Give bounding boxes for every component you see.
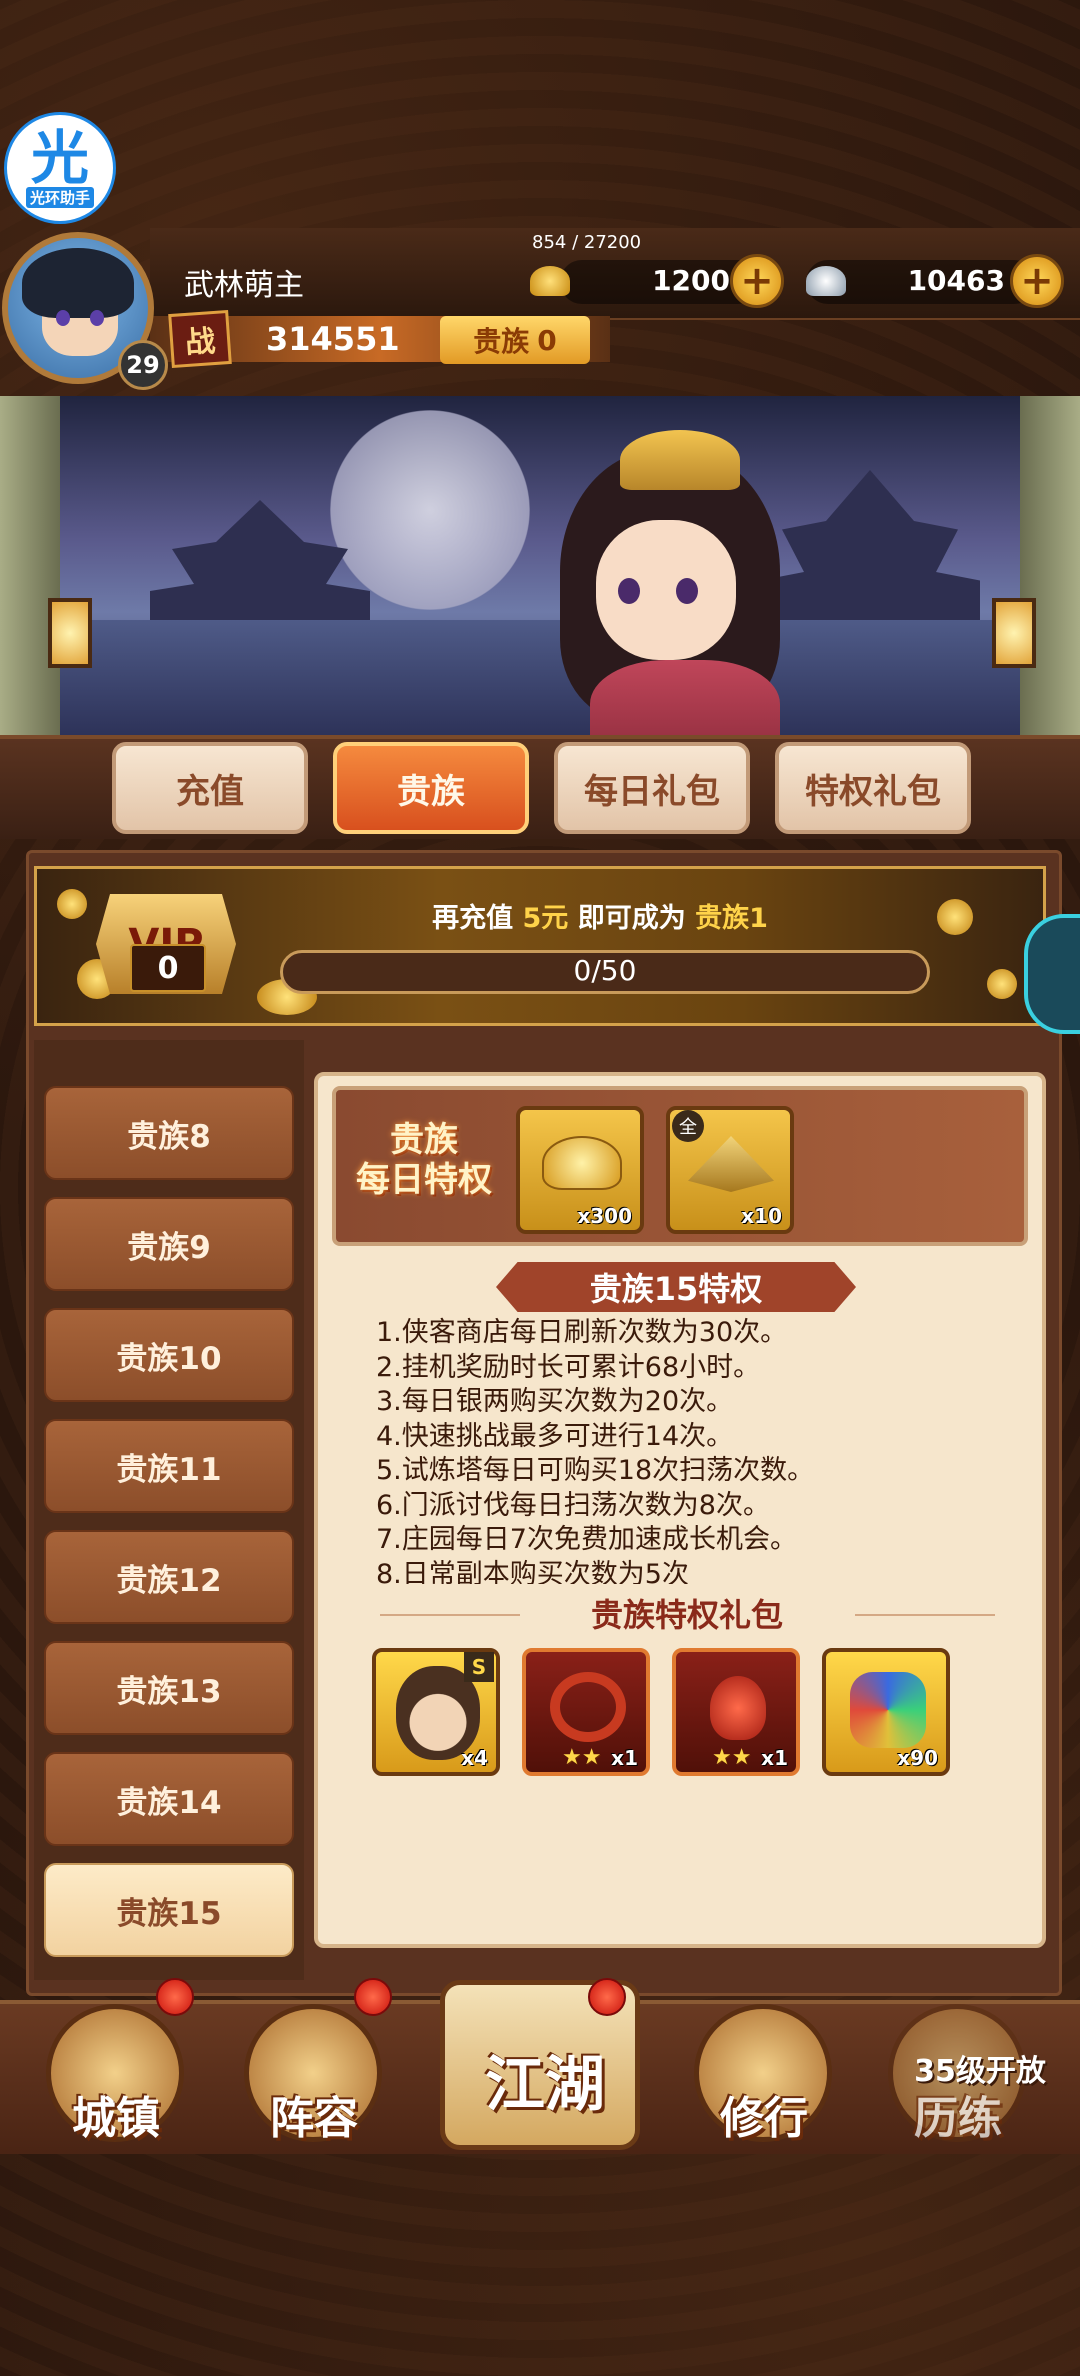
notification-dot: [354, 1978, 392, 2016]
sidebar-item-noble-9[interactable]: 贵族9: [44, 1197, 294, 1291]
vip-upgrade-message: 再充值 5元 即可成为 贵族1: [300, 896, 900, 935]
privilege-line: 3.每日银两购买次数为20次。: [376, 1386, 734, 1417]
player-level-badge: 29: [118, 340, 168, 390]
coin-decoration: [987, 969, 1017, 999]
nav-trial-lock-text: 35级开放: [914, 2054, 1046, 2089]
privilege-list: 1.侠客商店每日刷新次数为30次。 2.挂机奖励时长可累计68小时。 3.每日银…: [376, 1316, 996, 1584]
lantern-icon: [992, 598, 1036, 668]
helper-glyph: 光: [30, 123, 89, 192]
privilege-line: 2.挂机奖励时长可累计68小时。: [376, 1351, 761, 1383]
daily-privilege-title: 贵族 每日特权: [344, 1120, 504, 1200]
noble-level-tag[interactable]: 贵族 0: [440, 316, 590, 364]
gem-cluster-icon: [850, 1672, 926, 1748]
exp-text: 854 / 27200: [532, 232, 642, 253]
noble-lady-crown: [620, 430, 740, 490]
bamboo-hat-icon: [688, 1136, 774, 1192]
side-menu-handle[interactable]: [1024, 914, 1080, 1034]
daily-title-line2: 每日特权: [356, 1160, 492, 1200]
avatar-hair: [22, 248, 134, 318]
item-badge: S: [464, 1652, 494, 1682]
nav-jianghu-label: 江湖: [485, 2050, 605, 2120]
red-ring-icon: [550, 1672, 626, 1742]
privilege-line: 6.门派讨伐每日扫荡次数为8次。: [376, 1489, 770, 1521]
avatar-eye: [56, 310, 70, 326]
privilege-line: 7.庄园每日7次免费加速成长机会。: [376, 1524, 797, 1555]
sidebar-item-noble-10[interactable]: 贵族10: [44, 1308, 294, 1402]
tab-noble[interactable]: 贵族: [333, 742, 529, 834]
noble-lady-eye: [618, 578, 640, 604]
vip-progress-text: 0/50: [573, 954, 637, 987]
curtain-right: [1020, 396, 1080, 736]
tab-recharge[interactable]: 充值: [112, 742, 308, 834]
sidebar-item-noble-13[interactable]: 贵族13: [44, 1641, 294, 1735]
vip-msg-target: 贵族1: [695, 903, 768, 934]
coin-decoration: [57, 889, 87, 919]
sidebar-item-noble-12[interactable]: 贵族12: [44, 1530, 294, 1624]
vip-level: 0: [130, 944, 206, 992]
red-ornament-icon: [710, 1676, 766, 1740]
gold-ingot-icon: [542, 1136, 622, 1190]
add-gold-button[interactable]: +: [730, 254, 784, 308]
add-silver-button[interactable]: +: [1010, 254, 1064, 308]
moon-decoration: [330, 410, 530, 610]
notification-dot: [156, 1978, 194, 2016]
notification-dot: [588, 1978, 626, 2016]
daily-item-hat[interactable]: 全 x10: [666, 1106, 794, 1234]
privilege-line: 4.快速挑战最多可进行14次。: [376, 1420, 734, 1452]
sidebar-item-noble-8[interactable]: 贵族8: [44, 1086, 294, 1180]
nav-cultivate-label: 修行: [720, 2093, 808, 2144]
lake-water: [0, 620, 1080, 740]
noble-tag-level: 0: [537, 323, 557, 357]
daily-title-line1: 贵族: [390, 1120, 458, 1160]
privilege-line: 5.试炼塔每日可购买18次扫荡次数。: [376, 1455, 815, 1486]
tab-daily-gift[interactable]: 每日礼包: [554, 742, 750, 834]
vip-msg-prefix: 再充值: [432, 903, 514, 934]
curtain-left: [0, 396, 60, 736]
privilege-line: 8.日常副本购买次数为5次: [376, 1558, 689, 1585]
combat-power-value: 314551: [266, 320, 400, 358]
nav-town-label: 城镇: [72, 2093, 160, 2144]
sidebar-item-noble-14[interactable]: 贵族14: [44, 1752, 294, 1846]
player-name: 武林萌主: [184, 268, 304, 303]
gold-ingot-icon: [530, 266, 570, 296]
noble-lady-face: [596, 520, 736, 660]
item-quantity: x1: [611, 1746, 638, 1770]
helper-floating-button[interactable]: 光 光环助手: [4, 112, 116, 224]
item-quantity: x1: [761, 1746, 788, 1770]
coin-decoration: [937, 899, 973, 935]
privilege-section-title: 贵族15特权: [496, 1262, 856, 1312]
gold-value: 1200: [652, 264, 730, 297]
silver-ingot-icon: [806, 266, 846, 296]
item-quantity: x10: [741, 1204, 782, 1228]
lantern-icon: [48, 598, 92, 668]
item-quantity: x90: [897, 1746, 938, 1770]
sidebar-item-noble-11[interactable]: 贵族11: [44, 1419, 294, 1513]
gift-item-gems[interactable]: x90: [822, 1648, 950, 1776]
avatar-eye: [90, 310, 104, 326]
silver-value: 10463: [907, 264, 1005, 297]
gift-item-ornament[interactable]: ★★ x1: [672, 1648, 800, 1776]
sidebar-item-noble-15[interactable]: 贵族15: [44, 1863, 294, 1957]
noble-tag-label: 贵族: [473, 325, 530, 358]
combat-power-icon: 战: [168, 309, 232, 369]
gift-item-ring[interactable]: ★★ x1: [522, 1648, 650, 1776]
privilege-line: 1.侠客商店每日刷新次数为30次。: [376, 1317, 788, 1348]
gift-item-hero[interactable]: S x4: [372, 1648, 500, 1776]
item-stars: ★★: [712, 1745, 752, 1770]
item-quantity: x300: [577, 1204, 632, 1228]
gift-section-title: 贵族特权礼包: [590, 1596, 783, 1634]
tab-privilege-gift[interactable]: 特权礼包: [775, 742, 971, 834]
helper-label: 光环助手: [25, 186, 94, 208]
vip-msg-amount: 5元: [522, 903, 569, 934]
nav-trial-label: 历练: [914, 2093, 1002, 2144]
vip-msg-mid: 即可成为: [577, 903, 686, 934]
item-stars: ★★: [562, 1745, 602, 1770]
noble-lady-eye: [676, 578, 698, 604]
nav-lineup-label: 阵容: [270, 2093, 358, 2144]
item-badge: 全: [672, 1110, 704, 1142]
item-quantity: x4: [461, 1746, 488, 1770]
daily-item-gold[interactable]: x300: [516, 1106, 644, 1234]
